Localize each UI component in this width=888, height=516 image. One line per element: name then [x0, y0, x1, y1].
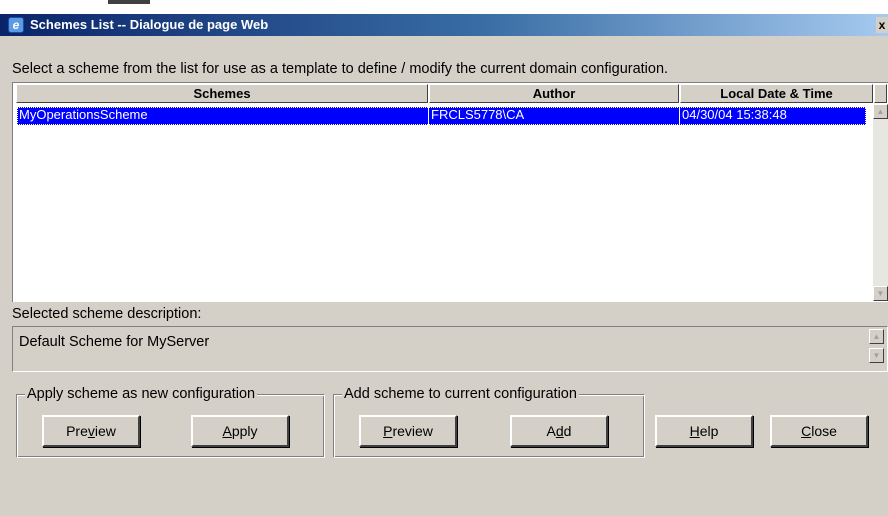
close-window-icon[interactable]: x	[876, 17, 888, 33]
top-strip	[0, 0, 888, 14]
instruction-text: Select a scheme from the list for use as…	[12, 61, 669, 77]
up-arrow-icon[interactable]: ▲	[869, 329, 884, 344]
add-button[interactable]: Add	[510, 415, 608, 447]
datetime-cell: 04/30/04 15:38:48	[682, 107, 787, 122]
down-arrow-icon[interactable]: ▼	[873, 286, 888, 301]
description-scrollbar[interactable]: ▲ ▼	[869, 329, 884, 371]
apply-preview-button[interactable]: Preview	[42, 415, 140, 447]
column-header-spacer	[874, 84, 887, 103]
column-header-datetime[interactable]: Local Date & Time	[680, 84, 873, 103]
schemes-list[interactable]: Schemes Author Local Date & Time MyOpera…	[12, 82, 888, 302]
author-cell: FRCLS5778\CA	[431, 107, 525, 122]
description-box[interactable]: Default Scheme for MyServer ▲ ▼	[12, 326, 888, 372]
schemes-list-header: Schemes Author Local Date & Time	[16, 84, 887, 103]
close-button[interactable]: Close	[770, 415, 868, 447]
list-scrollbar[interactable]: ▲ ▼	[873, 104, 888, 301]
toolbar-fragment	[108, 0, 150, 4]
help-button[interactable]: Help	[655, 415, 753, 447]
column-header-author[interactable]: Author	[429, 84, 679, 103]
scheme-name-cell: MyOperationsScheme	[19, 107, 148, 122]
add-preview-button[interactable]: Preview	[359, 415, 457, 447]
column-header-schemes[interactable]: Schemes	[16, 84, 428, 103]
table-row[interactable]: MyOperationsScheme FRCLS5778\CA 04/30/04…	[17, 107, 866, 125]
window-titlebar[interactable]: e Schemes List -- Dialogue de page Web x	[0, 14, 888, 36]
window-title: Schemes List -- Dialogue de page Web	[30, 17, 269, 32]
add-scheme-legend: Add scheme to current configuration	[342, 385, 579, 403]
apply-scheme-group: Apply scheme as new configuration Previe…	[16, 385, 325, 458]
ie-page-icon: e	[8, 17, 24, 33]
description-text: Default Scheme for MyServer	[19, 334, 210, 350]
apply-scheme-legend: Apply scheme as new configuration	[25, 385, 258, 403]
down-arrow-icon[interactable]: ▼	[869, 348, 884, 363]
apply-button[interactable]: Apply	[191, 415, 289, 447]
description-label: Selected scheme description:	[12, 306, 202, 322]
up-arrow-icon[interactable]: ▲	[873, 104, 888, 119]
add-scheme-group: Add scheme to current configuration Prev…	[333, 385, 645, 458]
